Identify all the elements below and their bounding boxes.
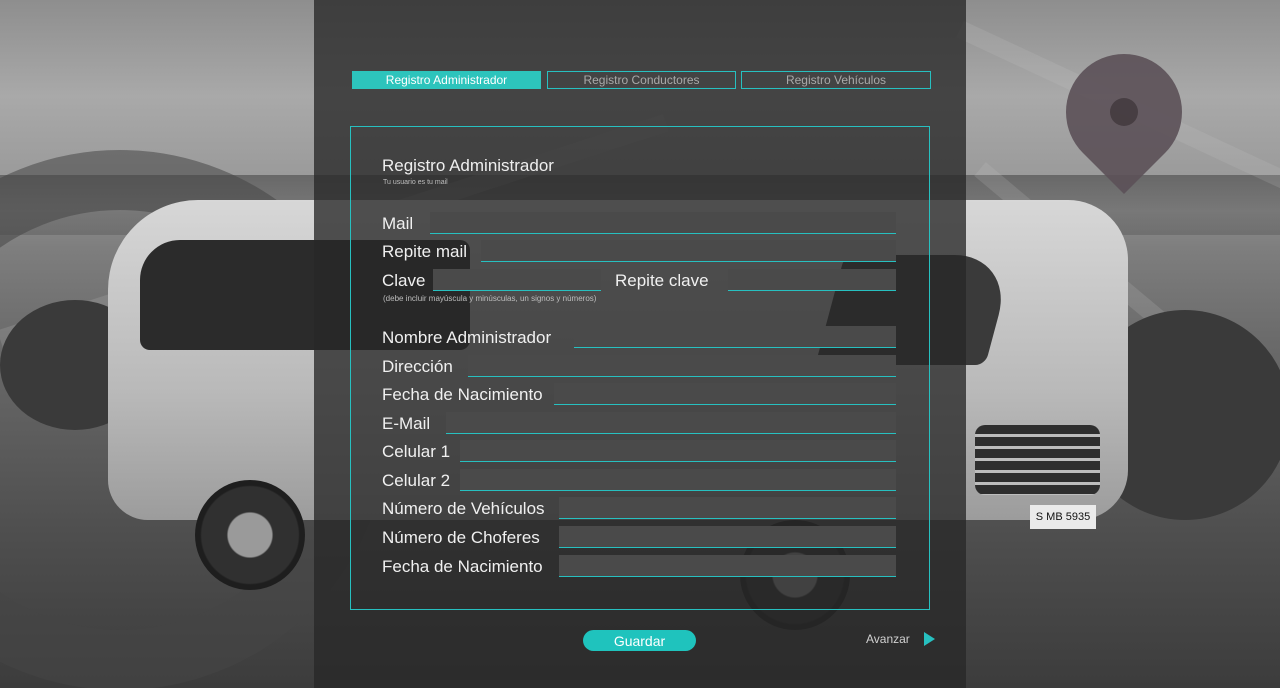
fecha-nacimiento-field[interactable]: [554, 383, 896, 405]
email-label: E-Mail: [382, 414, 431, 433]
mail-label: Mail: [382, 214, 414, 233]
next-button[interactable]: Avanzar: [866, 632, 935, 646]
tab-registro-administrador[interactable]: Registro Administrador: [352, 71, 541, 89]
fecha-nacimiento-2-label: Fecha de Nacimiento: [382, 557, 543, 576]
van-wheel: [195, 480, 305, 590]
repite-clave-label: Repite clave: [615, 271, 709, 290]
repite-clave-field[interactable]: [728, 269, 896, 291]
repite-mail-label: Repite mail: [382, 242, 468, 261]
save-button[interactable]: Guardar: [583, 630, 696, 651]
direccion-field[interactable]: [468, 355, 896, 377]
clave-field[interactable]: [433, 269, 601, 291]
van-grille: [975, 425, 1100, 495]
celular-2-field[interactable]: [460, 469, 896, 491]
nombre-administrador-label: Nombre Administrador: [382, 328, 552, 347]
direccion-label: Dirección: [382, 357, 453, 376]
form-subtitle: Tu usuario es tu mail: [383, 179, 448, 186]
tab-registro-conductores[interactable]: Registro Conductores: [547, 71, 736, 89]
form-title: Registro Administrador: [382, 156, 554, 175]
numero-choferes-field[interactable]: [559, 526, 896, 548]
nombre-administrador-field[interactable]: [574, 326, 896, 348]
tab-registro-vehiculos[interactable]: Registro Vehículos: [741, 71, 931, 89]
fecha-nacimiento-2-field[interactable]: [559, 555, 896, 577]
celular-1-label: Celular 1: [382, 442, 451, 461]
clave-label: Clave: [382, 271, 426, 290]
play-triangle-icon: [923, 632, 935, 646]
license-plate: S MB 5935: [1030, 505, 1096, 529]
numero-vehiculos-label: Número de Vehículos: [382, 499, 545, 518]
password-hint: (debe incluir mayúscula y minúsculas, un…: [383, 294, 597, 303]
next-label: Avanzar: [866, 632, 910, 646]
celular-2-label: Celular 2: [382, 471, 451, 490]
numero-choferes-label: Número de Choferes: [382, 528, 540, 547]
mail-field[interactable]: [430, 212, 896, 234]
numero-vehiculos-field[interactable]: [559, 497, 896, 519]
email-field[interactable]: [446, 412, 896, 434]
fecha-nacimiento-label: Fecha de Nacimiento: [382, 385, 543, 404]
repite-mail-field[interactable]: [481, 240, 896, 262]
celular-1-field[interactable]: [460, 440, 896, 462]
